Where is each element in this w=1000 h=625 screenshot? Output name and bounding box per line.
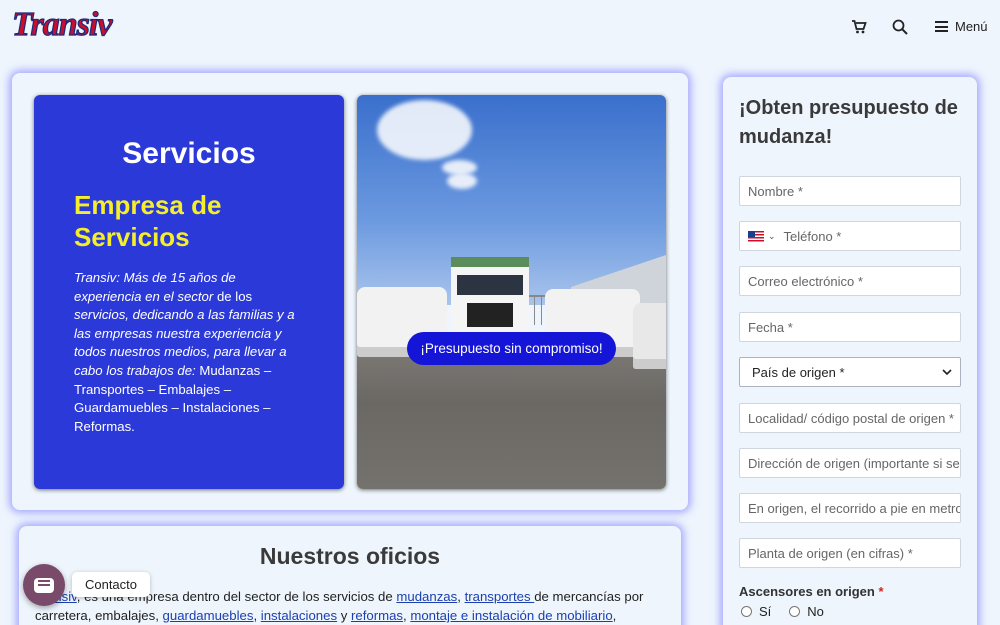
oficios-text-2: , — [457, 589, 465, 604]
photo-cloud — [377, 100, 472, 160]
ascensores-label: Ascensores en origen * — [739, 584, 884, 599]
ascensores-text: Ascensores en origen — [739, 584, 875, 599]
ascensores-options: Sí No — [741, 604, 824, 619]
desc-text-1: de los — [213, 288, 253, 304]
planta-field[interactable]: Planta de origen (en cifras) * — [739, 538, 961, 568]
recorrido-field[interactable]: En origen, el recorrido a pie en metros — [739, 493, 961, 523]
services-panel: Servicios Empresa de Servicios Transiv: … — [34, 95, 344, 489]
services-title: Servicios — [122, 137, 256, 170]
chevron-down-icon[interactable]: ⌄ — [768, 231, 776, 242]
services-description: Transiv: Más de 15 años de experiencia e… — [74, 269, 306, 436]
localidad-field[interactable]: Localidad/ código postal de origen * — [739, 403, 961, 433]
menu-button[interactable]: Menú — [935, 19, 988, 34]
link-reformas[interactable]: reformas — [351, 608, 403, 623]
site-logo[interactable]: Transiv — [11, 5, 113, 44]
link-guardamuebles[interactable]: guardamuebles — [163, 608, 254, 623]
search-icon[interactable] — [892, 19, 908, 35]
quote-cta-button[interactable]: ¡Presupuesto sin compromiso! — [407, 332, 616, 365]
radio-circle[interactable] — [741, 606, 752, 617]
photo-ground — [357, 345, 666, 489]
photo-cloud — [447, 173, 477, 189]
desc-italic-1: Transiv: Más de 15 años de experiencia e… — [74, 270, 236, 304]
direccion-field[interactable]: Dirección de origen (importante si se — [739, 448, 961, 478]
required-mark: * — [878, 584, 884, 599]
radio-circle[interactable] — [789, 606, 801, 617]
photo-truck — [451, 257, 529, 335]
oficios-text-5: y — [337, 608, 351, 623]
cart-icon[interactable] — [851, 19, 867, 35]
link-transportes[interactable]: transportes — [465, 589, 535, 604]
chat-widget-button[interactable] — [23, 564, 65, 606]
radio-no[interactable]: No — [789, 604, 824, 619]
link-montaje[interactable]: montaje e instalación de mobiliario — [410, 608, 612, 623]
link-mudanzas[interactable]: mudanzas — [396, 589, 457, 604]
nombre-field[interactable]: Nombre * — [739, 176, 961, 206]
truck-band — [451, 257, 529, 267]
telefono-field[interactable]: ⌄ Teléfono * — [739, 221, 961, 251]
select-arrow-icon — [942, 369, 952, 376]
services-subtitle: Empresa de Servicios — [74, 190, 222, 252]
truck-windshield — [457, 275, 523, 295]
link-instalaciones[interactable]: instalaciones — [261, 608, 337, 623]
oficios-text-7: , — [612, 608, 617, 623]
chat-icon — [34, 577, 54, 593]
fleet-photo — [357, 95, 666, 489]
us-flag-icon[interactable] — [748, 230, 764, 242]
radio-si[interactable]: Sí — [741, 604, 771, 619]
site-header: Transiv Menú — [0, 0, 1000, 56]
oficios-text-4: , — [253, 608, 261, 623]
truck-grille — [467, 303, 513, 327]
contact-label[interactable]: Contacto — [72, 572, 150, 597]
hamburger-icon — [935, 21, 948, 32]
oficios-title: Nuestros oficios — [259, 543, 441, 569]
telefono-placeholder: Teléfono * — [783, 228, 842, 244]
quote-form-title: ¡Obten presupuesto de mudanza! — [739, 97, 958, 148]
menu-label: Menú — [955, 19, 988, 34]
radio-si-label: Sí — [759, 604, 772, 619]
photo-van — [633, 303, 666, 369]
email-field[interactable]: Correo electrónico * — [739, 266, 961, 296]
pais-selected: País de origen * — [752, 364, 845, 380]
fecha-field[interactable]: Fecha * — [739, 312, 961, 342]
radio-no-label: No — [807, 604, 824, 619]
pais-select[interactable]: País de origen * — [739, 357, 961, 387]
